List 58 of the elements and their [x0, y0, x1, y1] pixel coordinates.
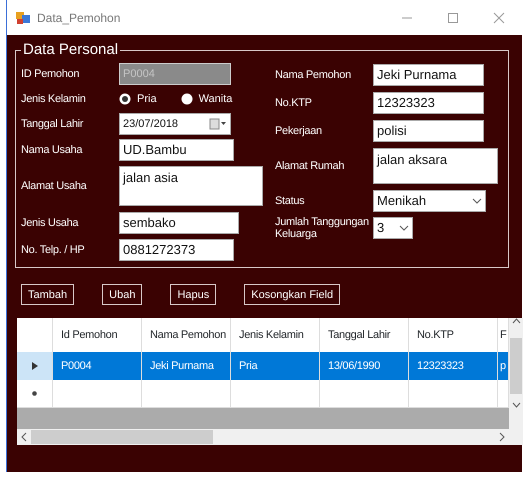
field-label: Pekerjaan — [275, 125, 323, 137]
table-cell: 12323323 — [409, 352, 498, 380]
scroll-up-icon[interactable] — [512, 318, 520, 324]
action-button[interactable]: Ubah — [102, 284, 142, 305]
table-cell: P0004 — [53, 352, 142, 380]
table-cell: Jeki Purnama — [142, 352, 231, 380]
chevron-down-icon[interactable] — [399, 224, 409, 232]
calendar-dropdown-icon[interactable] — [209, 118, 227, 130]
field-label: Tanggal Lahir — [21, 118, 84, 130]
app-icon — [15, 10, 31, 26]
horizontal-scrollbar[interactable] — [17, 429, 523, 445]
field-label: Alamat Usaha — [21, 180, 88, 192]
field-label: Status — [275, 195, 306, 207]
action-button[interactable]: Kosongkan Field — [244, 284, 340, 305]
new-row-icon — [32, 391, 37, 396]
table-cell: p — [498, 352, 509, 380]
date-picker[interactable]: 23/07/2018 — [119, 113, 231, 135]
field-label: Jumlah Tanggungan Keluarga — [275, 216, 370, 240]
chevron-down-icon[interactable] — [472, 197, 482, 205]
scroll-down-icon[interactable] — [512, 402, 520, 408]
radio-checked-icon[interactable] — [119, 93, 131, 105]
action-button[interactable]: Tambah — [21, 284, 74, 305]
radio-option[interactable]: Pria — [119, 90, 157, 108]
dropdown[interactable]: Menikah — [373, 190, 486, 212]
field-label: No.KTP — [275, 97, 313, 109]
radio-option[interactable]: Wanita — [180, 90, 232, 108]
text-area[interactable]: jalan aksara — [373, 148, 498, 184]
id-field: P0004 — [119, 63, 231, 85]
text-field[interactable]: sembako — [119, 212, 239, 234]
radio-label: Pria — [137, 92, 157, 107]
field-label: Jenis Usaha — [21, 217, 80, 229]
text-field[interactable]: Jeki Purnama — [373, 64, 484, 86]
window-title: Data_Pemohon — [37, 10, 122, 26]
field-label: Nama Usaha — [21, 144, 84, 156]
dropdown-value: Menikah — [377, 192, 426, 210]
radio-label: Wanita — [198, 92, 232, 107]
field-label: No. Telp. / HP — [21, 244, 86, 256]
dropdown[interactable]: 3 — [373, 217, 413, 239]
field-label: Nama Pemohon — [275, 69, 352, 81]
field-label: ID Pemohon — [21, 68, 80, 80]
date-value: 23/07/2018 — [123, 116, 178, 132]
dropdown-value: 3 — [377, 219, 384, 238]
text-field[interactable]: polisi — [373, 120, 484, 142]
field-label: Alamat Rumah — [275, 160, 346, 172]
maximize-icon[interactable] — [447, 12, 459, 24]
text-field[interactable]: 12323323 — [373, 92, 484, 114]
text-area[interactable]: jalan asia — [119, 166, 263, 206]
table-row[interactable]: P0004 Jeki Purnama Pria 13/06/1990 12323323 p — [17, 352, 509, 380]
table-cell: 13/06/1990 — [320, 352, 409, 380]
text-field[interactable]: 0881272373 — [119, 239, 234, 261]
vertical-scrollbar[interactable] — [509, 318, 523, 429]
radio-unchecked-icon[interactable] — [180, 93, 193, 105]
current-row-icon — [32, 362, 38, 370]
close-icon[interactable] — [493, 12, 505, 24]
field-label: Jenis Kelamin — [21, 93, 87, 105]
table-cell: Pria — [231, 352, 320, 380]
action-button[interactable]: Hapus — [170, 284, 216, 305]
text-field[interactable]: UD.Bambu — [119, 139, 234, 161]
